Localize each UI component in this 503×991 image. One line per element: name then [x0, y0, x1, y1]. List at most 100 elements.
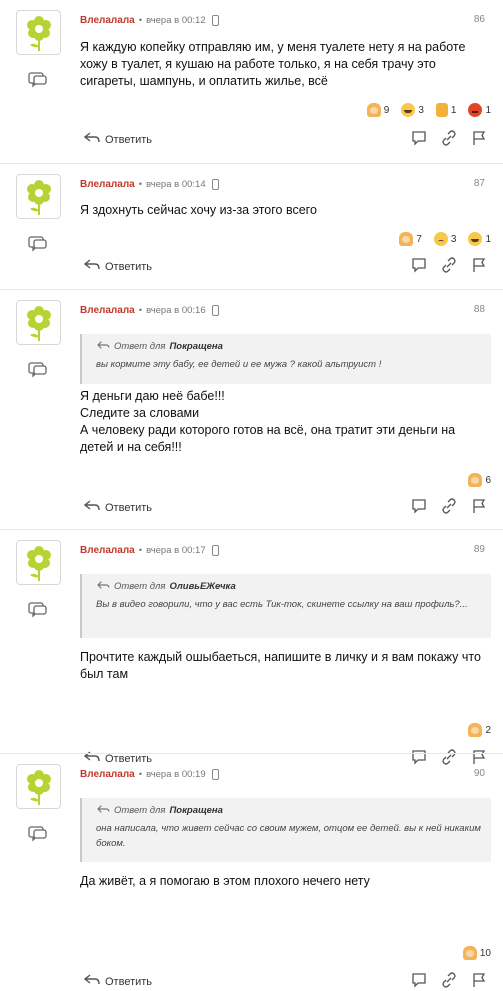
laughing-emoji — [401, 103, 416, 117]
author-name[interactable]: Влелалала — [80, 769, 135, 780]
woman-facepalm-emoji — [468, 723, 483, 737]
mobile-phone-icon — [211, 769, 219, 780]
separator-dot: • — [138, 305, 143, 316]
woman-facepalm-emoji — [462, 946, 477, 960]
comment-bubble-icon[interactable] — [411, 498, 427, 517]
comment-number[interactable]: 87 — [474, 178, 485, 189]
avatar[interactable] — [16, 174, 61, 219]
quote-label: Ответ для — [114, 581, 166, 592]
report-flag-icon[interactable] — [471, 498, 487, 517]
reaction[interactable]: 7 — [399, 232, 422, 246]
author-name[interactable]: Влелалала — [80, 305, 135, 316]
quote-recipient[interactable]: Покращена — [169, 805, 223, 816]
reaction[interactable]: 3 — [401, 103, 424, 117]
reaction[interactable]: 10 — [462, 946, 491, 960]
reply-quote: Ответ для Покращена вы кормите эту бабу, е… — [80, 334, 491, 384]
reaction-count: 9 — [383, 104, 390, 116]
message-icon[interactable] — [28, 236, 48, 252]
comment-text: Я каждую копейку отправляю им, у меня ту… — [80, 40, 466, 88]
reaction-count: 3 — [418, 104, 424, 116]
report-flag-icon[interactable] — [471, 130, 487, 149]
reply-button[interactable]: Ответить — [83, 132, 152, 147]
reply-arrow-icon — [96, 804, 110, 817]
reaction[interactable]: 1 — [435, 103, 457, 117]
comment-text-line: Следите за словами — [80, 406, 200, 420]
message-icon[interactable] — [28, 826, 48, 842]
reaction[interactable]: 1 — [468, 103, 491, 117]
reaction-count: 6 — [485, 474, 491, 486]
action-icons — [411, 498, 487, 517]
avatar[interactable] — [16, 764, 61, 809]
woman-facepalm-emoji — [366, 103, 381, 117]
report-flag-icon[interactable] — [471, 257, 487, 276]
avatar[interactable] — [16, 300, 61, 345]
comment-bubble-icon[interactable] — [411, 257, 427, 276]
link-icon[interactable] — [441, 498, 457, 517]
comment-time: вчера в 00:14 — [146, 179, 206, 190]
comment-time: вчера в 00:19 — [146, 769, 206, 780]
reply-quote: Ответ для ОливьЕЖечка Вы в видео говорили,… — [80, 574, 491, 638]
comment-header: Влелалала • вчера в 00:12 — [80, 15, 219, 26]
woman-facepalm-emoji — [399, 232, 414, 246]
separator-dot: • — [138, 545, 143, 556]
reaction[interactable]: 3 — [433, 232, 456, 246]
comment-text: Прочтите каждый ошыбаеться, напишите в л… — [80, 650, 481, 681]
mobile-phone-icon — [211, 179, 219, 190]
reply-label: Ответить — [105, 260, 153, 273]
link-icon[interactable] — [441, 130, 457, 149]
reply-label: Ответить — [105, 975, 153, 988]
comment-item: Влелалала • вчера в 00:12 86 Я каждую копейк… — [0, 0, 503, 163]
author-name[interactable]: Влелалала — [80, 179, 135, 190]
comment-item: Влелалала • вчера в 00:14 87 Я здохнуть сейч… — [0, 163, 503, 289]
reply-button[interactable]: Ответить — [83, 259, 153, 274]
comment-header: Влелалала • вчера в 00:16 — [80, 305, 219, 316]
angry-emoji — [468, 103, 483, 117]
comment-number[interactable]: 88 — [474, 304, 485, 315]
comment-bubble-icon[interactable] — [411, 130, 427, 149]
laughing-emoji — [468, 232, 483, 246]
comment-text: Я здохнуть сейчас хочу из-за этого всего — [80, 203, 317, 217]
reply-button[interactable]: Ответить — [83, 500, 153, 515]
reaction-count: 1 — [450, 104, 457, 116]
quote-recipient[interactable]: Покращена — [169, 341, 223, 352]
action-icons — [411, 257, 487, 276]
reaction[interactable]: 9 — [366, 103, 390, 117]
reaction-count: 7 — [416, 233, 422, 245]
reactions-bar: 10 — [462, 946, 491, 960]
comment-number[interactable]: 90 — [474, 768, 485, 779]
quote-text: Вы в видео говорили, что у вас есть Тик-… — [96, 599, 468, 610]
reaction[interactable]: 1 — [468, 232, 491, 246]
quote-text: вы кормите эту бабу, ее детей и ее мужа … — [96, 359, 382, 370]
reply-label: Ответить — [105, 501, 153, 514]
author-name[interactable]: Влелалала — [80, 545, 135, 556]
avatar[interactable] — [16, 540, 61, 585]
reply-arrow-icon — [96, 340, 110, 353]
reply-button[interactable]: Ответить — [83, 974, 153, 989]
comment-text: Я деньги даю неё бабе!!! Следите за слова… — [80, 388, 489, 456]
comment-time: вчера в 00:17 — [146, 545, 206, 556]
message-icon[interactable] — [28, 602, 48, 618]
reactions-bar: 6 — [468, 473, 491, 487]
comment-number[interactable]: 89 — [474, 544, 485, 555]
mobile-phone-icon — [211, 305, 219, 316]
reaction[interactable]: 2 — [468, 723, 491, 737]
comment-bubble-icon[interactable] — [411, 972, 427, 991]
comment-number[interactable]: 86 — [474, 14, 485, 25]
reactions-bar: 9 3 1 1 — [366, 103, 491, 117]
reaction-count: 10 — [479, 947, 491, 959]
quote-header: Ответ для Покращена — [96, 340, 481, 353]
message-icon[interactable] — [28, 362, 48, 378]
quote-label: Ответ для — [114, 341, 166, 352]
author-name[interactable]: Влелалала — [80, 15, 135, 26]
reaction[interactable]: 6 — [468, 473, 491, 487]
comment-text-line: Я деньги даю неё бабе!!! — [80, 389, 225, 403]
avatar[interactable] — [16, 10, 61, 55]
report-flag-icon[interactable] — [471, 972, 487, 991]
woman-facepalm-emoji — [468, 473, 483, 487]
link-icon[interactable] — [441, 972, 457, 991]
reaction-count: 1 — [485, 104, 491, 116]
reactions-bar: 7 3 1 — [399, 232, 491, 246]
quote-recipient[interactable]: ОливьЕЖечка — [169, 581, 235, 592]
link-icon[interactable] — [441, 257, 457, 276]
message-icon[interactable] — [28, 72, 48, 88]
